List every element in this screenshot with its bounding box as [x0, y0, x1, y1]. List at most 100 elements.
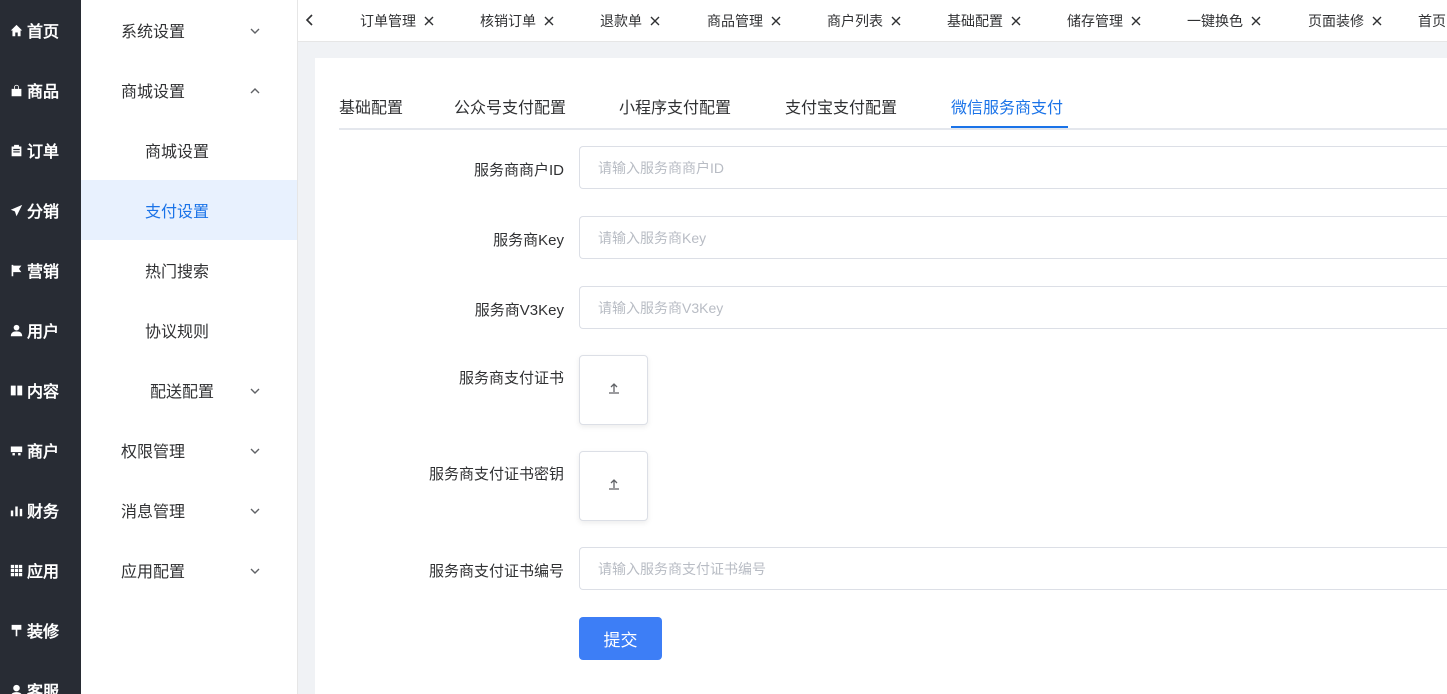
payment-settings-card: 基础配置 公众号支付配置 小程序支付配置 支付宝支付配置 微信服务商支付 服务商…: [315, 58, 1447, 694]
nav-item-apps[interactable]: 应用: [0, 540, 59, 600]
chevron-down-icon: [249, 444, 261, 456]
store-icon: [9, 443, 23, 457]
submit-button[interactable]: 提交: [579, 617, 662, 660]
tab-label: 页面装修: [1308, 13, 1364, 29]
submenu-item-hot-search[interactable]: 热门搜索: [81, 240, 297, 300]
bar-chart-icon: [9, 503, 23, 517]
chevron-down-icon: [249, 504, 261, 516]
tab-merchant-list[interactable]: 商户列表: [827, 0, 901, 41]
tab-wechat-service-provider-pay[interactable]: 微信服务商支付: [951, 94, 1063, 118]
nav-item-service[interactable]: 客服: [0, 660, 59, 694]
close-icon[interactable]: [1372, 16, 1382, 26]
tab-verify-orders[interactable]: 核销订单: [480, 0, 554, 41]
close-icon[interactable]: [891, 16, 901, 26]
submenu-item-label: 消息管理: [121, 504, 186, 521]
chevron-down-icon: [249, 564, 261, 576]
chevron-down-icon: [249, 24, 261, 36]
nav-item-distribution[interactable]: 分销: [0, 180, 59, 240]
tab-goods-management[interactable]: 商品管理: [707, 0, 781, 41]
submenu-item-permissions[interactable]: 权限管理: [81, 420, 297, 480]
submenu-item-label: 协议规则: [145, 324, 210, 341]
submenu-item-label: 系统设置: [121, 24, 186, 41]
nav-item-label: 分销: [27, 204, 60, 221]
nav-item-home[interactable]: 首页: [0, 0, 59, 60]
tab-alipay-pay[interactable]: 支付宝支付配置: [785, 94, 897, 118]
submenu-item-label: 热门搜索: [145, 264, 210, 281]
nav-item-decoration[interactable]: 装修: [0, 600, 59, 660]
submenu-item-label: 权限管理: [121, 444, 186, 461]
paint-roller-icon: [9, 623, 23, 637]
submenu-item-messages[interactable]: 消息管理: [81, 480, 297, 540]
payment-config-tabs: 基础配置 公众号支付配置 小程序支付配置 支付宝支付配置 微信服务商支付: [339, 86, 1447, 130]
submenu-item-agreement-rules[interactable]: 协议规则: [81, 300, 297, 360]
upload-icon: [608, 477, 620, 495]
nav-item-marketing[interactable]: 营销: [0, 240, 59, 300]
submenu-item-mall-settings-group[interactable]: 商城设置: [81, 60, 297, 120]
nav-item-label: 商品: [27, 84, 60, 101]
tab-label: 储存管理: [1067, 13, 1123, 29]
user-icon: [9, 323, 23, 337]
cert-no-input[interactable]: [579, 547, 1447, 590]
close-icon[interactable]: [1011, 16, 1021, 26]
nav-item-goods[interactable]: 商品: [0, 60, 59, 120]
nav-item-label: 首页: [27, 24, 60, 41]
tab-label: 基础配置: [947, 13, 1003, 29]
submenu-item-delivery-config[interactable]: 配送配置: [81, 360, 297, 420]
nav-item-label: 营销: [27, 264, 60, 281]
nav-item-label: 装修: [27, 624, 60, 641]
tab-basic-config[interactable]: 基础配置: [339, 94, 403, 118]
tab-label: 退款单: [600, 13, 642, 29]
cert-label: 服务商支付证书: [458, 370, 564, 387]
tab-label: 核销订单: [480, 13, 536, 29]
close-icon[interactable]: [1131, 16, 1141, 26]
tab-home[interactable]: 首页: [1418, 0, 1446, 41]
tab-label: 首页: [1418, 13, 1446, 29]
nav-item-label: 订单: [27, 144, 60, 161]
tab-label: 订单管理: [360, 13, 416, 29]
close-icon[interactable]: [1251, 16, 1261, 26]
submenu-item-mall-settings[interactable]: 商城设置: [81, 120, 297, 180]
nav-item-label: 商户: [27, 444, 60, 461]
active-tab-indicator: [951, 126, 1068, 128]
cert-key-upload-button[interactable]: [579, 451, 648, 521]
cert-key-label: 服务商支付证书密钥: [428, 466, 564, 483]
submenu-item-system-settings[interactable]: 系统设置: [81, 0, 297, 60]
nav-item-orders[interactable]: 订单: [0, 120, 59, 180]
nav-item-label: 内容: [27, 384, 60, 401]
nav-item-label: 用户: [27, 324, 60, 341]
nav-item-merchants[interactable]: 商户: [0, 420, 59, 480]
nav-item-users[interactable]: 用户: [0, 300, 59, 360]
nav-item-content[interactable]: 内容: [0, 360, 59, 420]
settings-submenu: 系统设置 商城设置 商城设置 支付设置 热门搜索 协议规则 配送配置 权限管理 …: [81, 0, 298, 694]
cert-no-label: 服务商支付证书编号: [428, 563, 564, 580]
send-icon: [9, 203, 23, 217]
tab-mini-program-pay[interactable]: 小程序支付配置: [619, 94, 731, 118]
nav-item-finance[interactable]: 财务: [0, 480, 59, 540]
cert-upload-button[interactable]: [579, 355, 648, 425]
tab-storage-management[interactable]: 储存管理: [1067, 0, 1141, 41]
tab-refunds[interactable]: 退款单: [600, 0, 660, 41]
submenu-item-payment-settings[interactable]: 支付设置: [81, 180, 297, 240]
tab-basic-config[interactable]: 基础配置: [947, 0, 1021, 41]
close-icon[interactable]: [771, 16, 781, 26]
merchant-id-input[interactable]: [579, 146, 1447, 189]
submenu-item-label: 支付设置: [145, 204, 210, 221]
tab-page-decoration[interactable]: 页面装修: [1308, 0, 1382, 41]
close-icon[interactable]: [424, 16, 434, 26]
submenu-item-app-config[interactable]: 应用配置: [81, 540, 297, 600]
close-icon[interactable]: [650, 16, 660, 26]
tab-orders[interactable]: 订单管理: [360, 0, 434, 41]
tab-theme-color[interactable]: 一键换色: [1187, 0, 1261, 41]
chevron-down-icon: [249, 384, 261, 396]
submenu-item-label: 商城设置: [121, 84, 186, 101]
v3key-input[interactable]: [579, 286, 1447, 329]
tab-label: 商品管理: [707, 13, 763, 29]
key-input[interactable]: [579, 216, 1447, 259]
chevron-left-icon[interactable]: [304, 13, 318, 27]
main-nav: 首页 商品 订单 分销 营销 用户 内容 商户 财务 应用 装修 客服: [0, 0, 81, 694]
nav-item-label: 应用: [27, 564, 60, 581]
tab-official-account-pay[interactable]: 公众号支付配置: [454, 94, 566, 118]
upload-icon: [608, 381, 620, 399]
close-icon[interactable]: [544, 16, 554, 26]
grid-icon: [9, 563, 23, 577]
